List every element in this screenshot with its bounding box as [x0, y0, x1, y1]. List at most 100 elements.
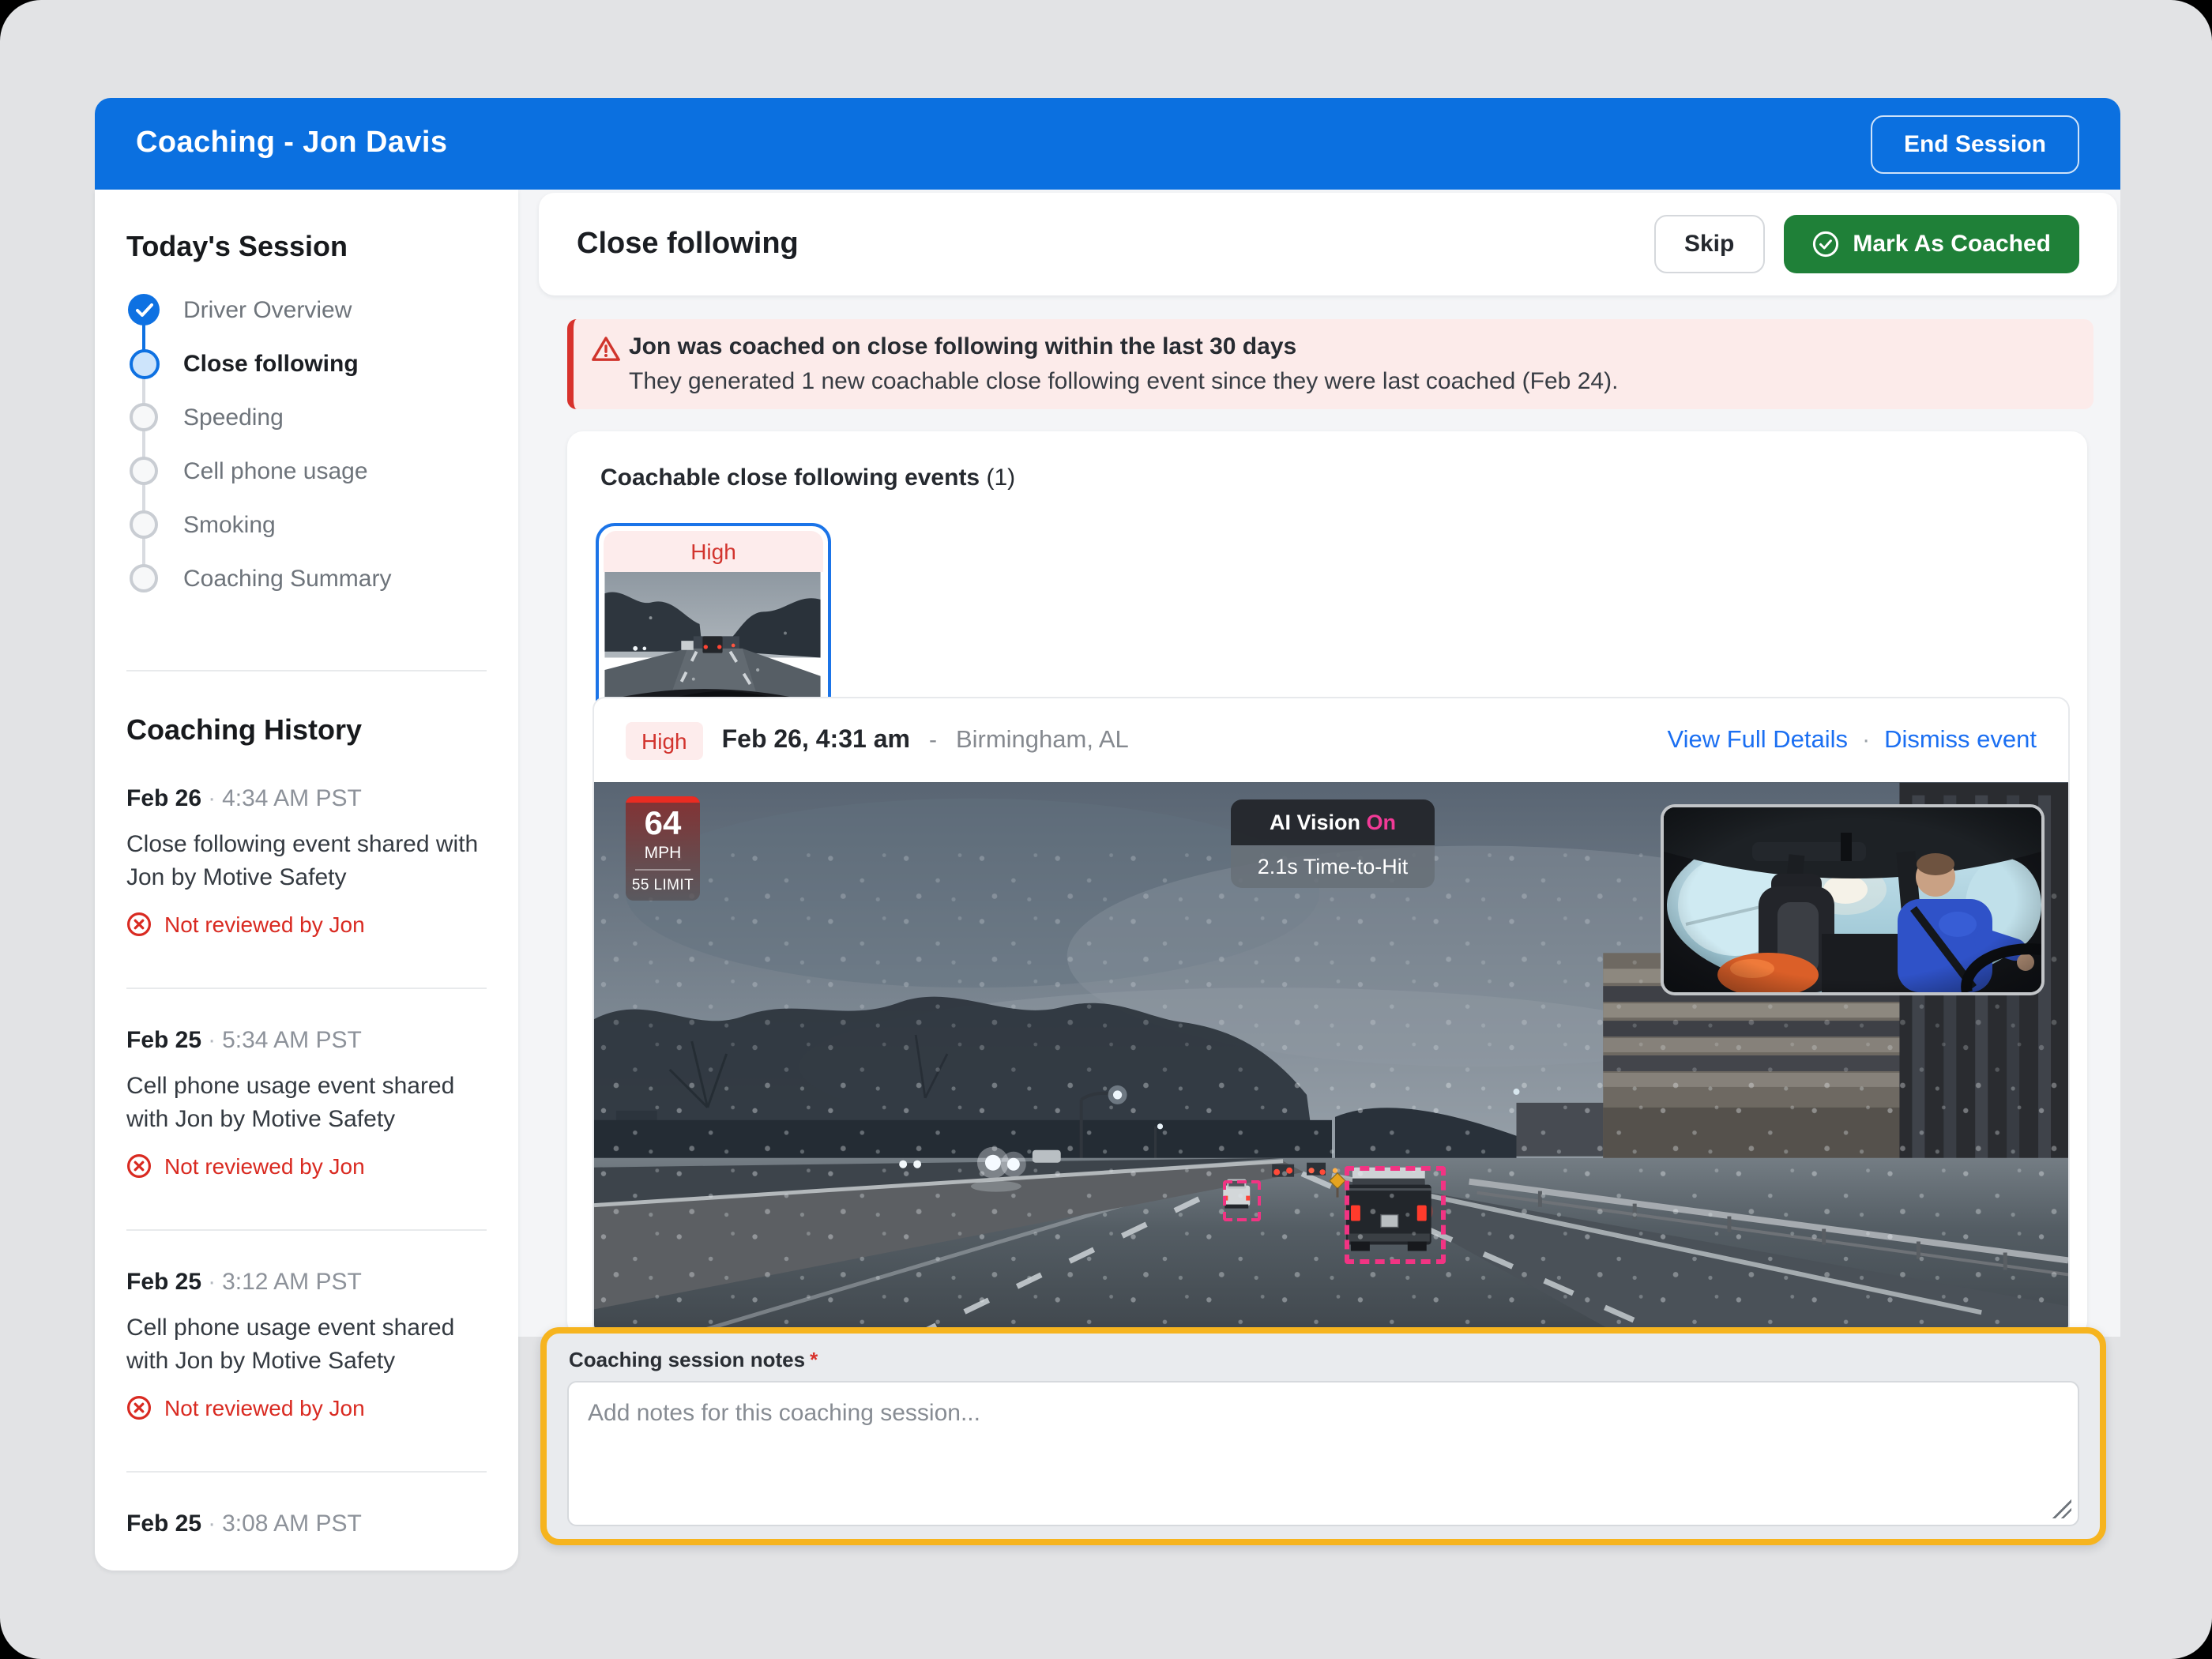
ai-vision-state: On	[1367, 811, 1397, 834]
history-description: Cell phone usage event shared with Jon b…	[126, 1311, 493, 1378]
history-entry-header: Feb 25·3:08 AM PST	[126, 1510, 493, 1537]
event-datetime: Feb 26, 4:31 am	[722, 726, 910, 754]
step-label: Close following	[183, 350, 359, 377]
history-date: Feb 25	[126, 1269, 201, 1296]
coachable-events-title: Coachable close following events (1)	[600, 465, 1015, 491]
dot-separator: ·	[201, 1510, 222, 1537]
step-upcoming-icon	[126, 403, 161, 431]
event-links: View Full Details · Dismiss event	[1667, 726, 2037, 754]
sidebar-divider	[126, 988, 487, 989]
event-separator: -	[929, 727, 937, 754]
speed-divider	[635, 869, 690, 871]
not-reviewed-icon	[126, 912, 152, 937]
sidebar-step-driver-overview[interactable]: Driver Overview	[126, 283, 487, 337]
step-label: Driver Overview	[183, 296, 352, 323]
history-status-text: Not reviewed by Jon	[164, 1395, 365, 1420]
history-time: 3:08 AM PST	[222, 1510, 362, 1537]
ai-detection-box-lead-vehicle	[1345, 1166, 1446, 1264]
window-title: Coaching - Jon Davis	[136, 126, 447, 161]
textarea-resize-handle[interactable]	[2052, 1499, 2071, 1518]
coaching-app: Coaching - Jon Davis End Session Today's…	[0, 0, 2212, 1659]
end-session-button[interactable]: End Session	[1871, 115, 2079, 173]
event-location: Birmingham, AL	[956, 726, 1129, 754]
speed-alert-bar	[626, 796, 700, 803]
check-circle-icon	[1811, 231, 1838, 258]
dashcam-video-player[interactable]: 64 MPH 55 LIMIT AI Vision On 2.1s Time-t…	[594, 782, 2068, 1335]
history-status: Not reviewed by Jon	[126, 912, 493, 937]
coaching-history-title: Coaching History	[126, 714, 362, 747]
not-reviewed-icon	[126, 1153, 152, 1179]
ai-detection-box-far-vehicle	[1223, 1180, 1261, 1221]
screen: Coaching - Jon Davis End Session Today's…	[0, 0, 2212, 1659]
ai-vision-status: AI Vision On	[1231, 799, 1435, 845]
coaching-topic-header: Close following Skip Mark As Coached	[539, 193, 2117, 295]
notes-label-text: Coaching session notes	[569, 1348, 805, 1371]
coachable-events-title-text: Coachable close following events	[600, 465, 980, 491]
coachable-events-count: (1)	[986, 465, 1015, 491]
history-description: Cell phone usage event shared with Jon b…	[126, 1070, 493, 1136]
history-entry: Feb 25·3:08 AM PST	[126, 1510, 493, 1537]
history-time: 3:12 AM PST	[222, 1269, 362, 1296]
dot-separator: ·	[201, 1027, 222, 1054]
history-entry-header: Feb 25·5:34 AM PST	[126, 1027, 493, 1054]
history-date: Feb 25	[126, 1510, 201, 1537]
sidebar-divider	[126, 1229, 487, 1231]
sidebar-step-coaching-summary[interactable]: Coaching Summary	[126, 551, 487, 605]
coaching-notes-input[interactable]	[567, 1381, 2079, 1526]
alert-detail: They generated 1 new coachable close fol…	[629, 368, 2094, 395]
sidebar-step-cell-phone-usage[interactable]: Cell phone usage	[126, 444, 487, 498]
sidebar-step-close-following[interactable]: Close following	[126, 337, 487, 390]
dot-separator: ·	[201, 1269, 222, 1296]
skip-button[interactable]: Skip	[1654, 215, 1764, 273]
sidebar: Today's Session Driver Overview Close fo…	[95, 190, 518, 1571]
history-status: Not reviewed by Jon	[126, 1395, 493, 1420]
history-time: 5:34 AM PST	[222, 1027, 362, 1054]
history-date: Feb 25	[126, 1027, 201, 1054]
speed-unit: MPH	[626, 844, 700, 863]
mark-as-coached-label: Mark As Coached	[1853, 231, 2051, 258]
session-stepper: Driver Overview Close following Speeding…	[126, 283, 487, 605]
page-title: Close following	[577, 227, 799, 261]
driver-camera-inset	[1661, 804, 2045, 995]
time-to-hit-value: 2.1s Time-to-Hit	[1231, 845, 1435, 888]
step-upcoming-icon	[126, 564, 161, 592]
sidebar-step-smoking[interactable]: Smoking	[126, 498, 487, 551]
not-reviewed-icon	[126, 1395, 152, 1420]
speed-overlay: 64 MPH 55 LIMIT	[626, 796, 700, 901]
mark-as-coached-button[interactable]: Mark As Coached	[1783, 215, 2079, 273]
step-completed-icon	[126, 294, 161, 325]
history-time: 4:34 AM PST	[222, 785, 362, 812]
speed-value: 64	[626, 806, 700, 844]
dot-separator: ·	[201, 785, 222, 812]
step-label: Speeding	[183, 404, 284, 431]
required-asterisk: *	[810, 1348, 818, 1371]
driver-camera-image	[1664, 807, 2041, 992]
view-full-details-link[interactable]: View Full Details	[1667, 726, 1848, 754]
ai-vision-overlay: AI Vision On 2.1s Time-to-Hit	[1231, 799, 1435, 888]
history-entry: Feb 25·5:34 AM PST Cell phone usage even…	[126, 1027, 493, 1179]
header-actions: Skip Mark As Coached	[1654, 215, 2079, 273]
ai-vision-label: AI Vision	[1270, 811, 1360, 834]
step-upcoming-icon	[126, 510, 161, 539]
step-label: Cell phone usage	[183, 457, 368, 484]
thumbnail-road-image	[604, 572, 822, 717]
history-status-text: Not reviewed by Jon	[164, 1153, 365, 1179]
thumbnail-severity-badge: High	[604, 531, 823, 572]
history-status: Not reviewed by Jon	[126, 1153, 493, 1179]
coaching-notes-panel: Coaching session notes*	[540, 1327, 2106, 1545]
coachable-events-panel: Coachable close following events (1) Hig…	[567, 431, 2087, 1337]
event-thumbnail[interactable]: High	[596, 523, 831, 725]
top-bar: Coaching - Jon Davis End Session	[95, 98, 2120, 190]
dismiss-event-link[interactable]: Dismiss event	[1884, 726, 2037, 754]
history-entry: Feb 26·4:34 AM PST Close following event…	[126, 785, 493, 937]
coached-recently-alert: Jon was coached on close following withi…	[567, 319, 2094, 409]
history-date: Feb 26	[126, 785, 201, 812]
event-card-header: High Feb 26, 4:31 am - Birmingham, AL Vi…	[594, 698, 2068, 782]
todays-session-title: Today's Session	[126, 231, 348, 264]
history-entry-header: Feb 25·3:12 AM PST	[126, 1269, 493, 1296]
alert-title: Jon was coached on close following withi…	[629, 333, 2094, 360]
step-active-icon	[126, 348, 161, 378]
coaching-notes-label: Coaching session notes*	[569, 1348, 818, 1371]
sidebar-step-speeding[interactable]: Speeding	[126, 390, 487, 444]
history-status-text: Not reviewed by Jon	[164, 912, 365, 937]
